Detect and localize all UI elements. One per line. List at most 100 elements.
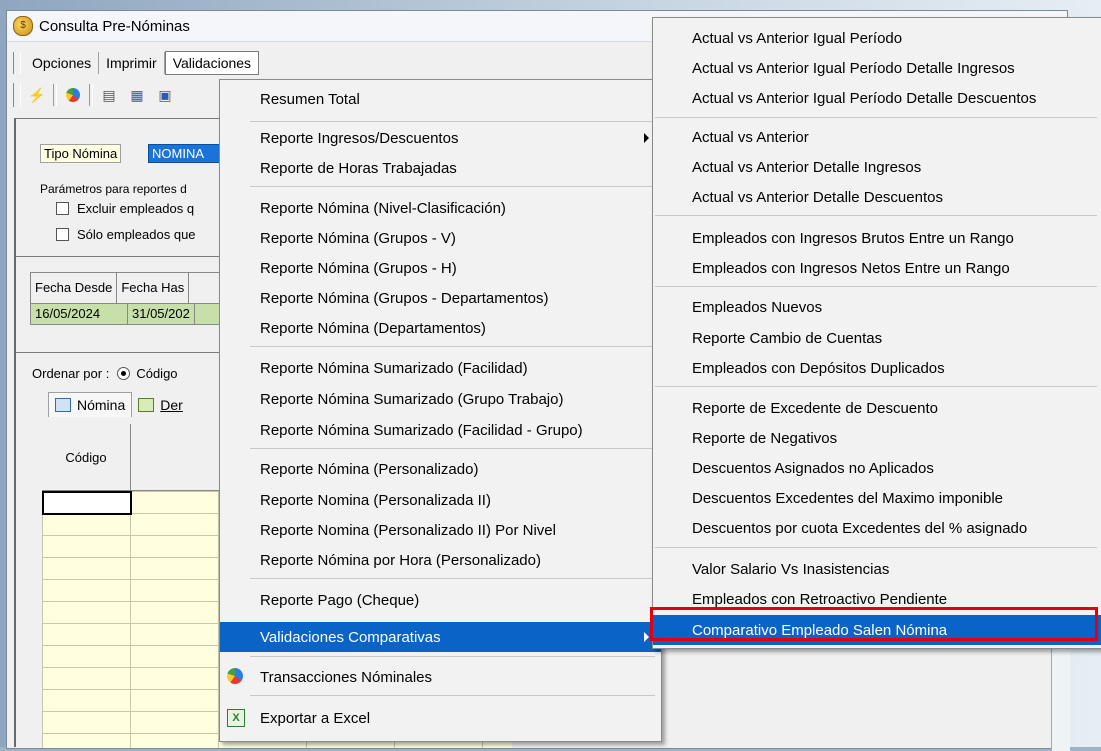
menu-item-transacciones-nominales[interactable]: Transacciones Nóminales (220, 662, 661, 692)
submenu-item[interactable]: Actual vs Anterior Detalle Ingresos (653, 152, 1101, 182)
submenu-item[interactable]: Actual vs Anterior Igual Período Detalle… (653, 53, 1101, 83)
menu-item-exportar-excel[interactable]: X Exportar a Excel (220, 703, 661, 733)
tipo-nomina-label: Tipo Nómina (40, 144, 122, 163)
params-group-label: Parámetros para reportes d (40, 182, 187, 196)
menu-separator (250, 695, 655, 696)
menu-separator (250, 186, 655, 187)
order-codigo-label: Código (136, 366, 178, 381)
menu-item-validaciones-comparativas[interactable]: Validaciones Comparativas (220, 622, 661, 652)
tab-label: Nómina (77, 397, 126, 413)
dates-table: Fecha Desde Fecha Has 16/05/2024 31/05/2… (30, 272, 230, 325)
menu-separator (655, 386, 1097, 387)
frame-border (16, 118, 226, 119)
form-icon[interactable]: ▣ (153, 83, 177, 107)
fecha-desde-value[interactable]: 16/05/2024 (31, 304, 128, 324)
menu-item-sumarizado-grupo[interactable]: Reporte Nómina Sumarizado (Grupo Trabajo… (220, 384, 661, 414)
app-money-bag-icon: $ (13, 16, 33, 36)
frame-border (16, 256, 226, 257)
tab-der[interactable]: Der (132, 392, 189, 417)
frame-border (14, 118, 16, 747)
menu-separator (250, 578, 655, 579)
menu-separator (655, 117, 1097, 118)
excel-icon: X (227, 709, 245, 727)
menubar-grip (13, 52, 21, 74)
submenu-item[interactable]: Empleados con Depósitos Duplicados (653, 353, 1101, 383)
order-codigo-radio[interactable] (117, 367, 131, 380)
menu-item-sumarizado-facilidad[interactable]: Reporte Nómina Sumarizado (Facilidad) (220, 353, 661, 383)
dates-row[interactable]: 16/05/2024 31/05/202 (30, 304, 230, 325)
submenu-arrow-icon (644, 632, 649, 642)
lightning-icon[interactable]: ⚡ (25, 83, 49, 107)
excluir-empleados-checkbox[interactable]: Excluir empleados q (56, 201, 194, 216)
checkbox-label: Sólo empleados que (77, 227, 196, 242)
menu-opciones[interactable]: Opciones (25, 52, 100, 74)
menu-validaciones[interactable]: Validaciones (164, 51, 260, 75)
submenu-item[interactable]: Descuentos por cuota Excedentes del % as… (653, 513, 1101, 543)
menu-item-grupos-v[interactable]: Reporte Nómina (Grupos - V) (220, 223, 661, 253)
frame-border (16, 352, 226, 353)
validaciones-dropdown: Resumen Total Reporte Ingresos/Descuento… (219, 79, 662, 742)
checkbox-label: Excluir empleados q (77, 201, 195, 216)
menu-item-resumen-total[interactable]: Resumen Total (220, 84, 661, 114)
menu-separator (655, 547, 1097, 548)
checkbox-box[interactable] (56, 202, 69, 215)
submenu-item[interactable]: Actual vs Anterior Detalle Descuentos (653, 182, 1101, 212)
printer-icon[interactable]: ▤ (97, 83, 121, 107)
submenu-item[interactable]: Descuentos Excedentes del Maximo imponib… (653, 483, 1101, 513)
menu-separator (250, 448, 655, 449)
fecha-hasta-header: Fecha Has (117, 273, 190, 303)
codigo-column-header[interactable]: Código (42, 424, 131, 490)
grid-selected-cell[interactable] (42, 491, 132, 515)
menu-item-grupos-h[interactable]: Reporte Nómina (Grupos - H) (220, 253, 661, 283)
calendar-icon[interactable]: ▦ (125, 83, 149, 107)
toolbar-grip (13, 83, 21, 107)
menu-item-sumarizado-facilidad-grupo[interactable]: Reporte Nómina Sumarizado (Facilidad - G… (220, 415, 661, 445)
submenu-item[interactable]: Reporte de Excedente de Descuento (653, 393, 1101, 423)
submenu-item[interactable]: Empleados con Ingresos Netos Entre un Ra… (653, 253, 1101, 283)
menu-item-por-hora[interactable]: Reporte Nómina por Hora (Personalizado) (220, 545, 661, 575)
tab-strip: Nómina Der (48, 392, 189, 417)
menu-separator (250, 346, 655, 347)
submenu-item[interactable]: Actual vs Anterior Igual Período Detalle… (653, 83, 1101, 113)
menu-separator (655, 286, 1097, 287)
tipo-nomina-select[interactable]: NOMINA (148, 144, 226, 163)
fecha-desde-header: Fecha Desde (31, 273, 118, 303)
solo-empleados-checkbox[interactable]: Sólo empleados que (56, 227, 196, 242)
submenu-item[interactable]: Descuentos Asignados no Aplicados (653, 453, 1101, 483)
menu-item-nivel-clasificacion[interactable]: Reporte Nómina (Nivel-Clasificación) (220, 193, 661, 223)
chart-pie-icon[interactable] (61, 83, 85, 107)
menu-separator (250, 656, 655, 657)
tab-nomina[interactable]: Nómina (48, 392, 133, 417)
annotation-highlight-box (650, 607, 1098, 641)
menu-item-departamentos[interactable]: Reporte Nómina (Departamentos) (220, 313, 661, 343)
menu-separator (250, 121, 655, 122)
submenu-arrow-icon (644, 133, 649, 143)
submenu-item[interactable]: Reporte Cambio de Cuentas (653, 323, 1101, 353)
params-panel: Tipo Nómina NOMINA Parámetros para repor… (22, 126, 226, 246)
menu-item-reporte-ingresos-descuentos[interactable]: Reporte Ingresos/Descuentos (220, 123, 661, 153)
validaciones-comparativas-submenu: Actual vs Anterior Igual Período Actual … (652, 17, 1101, 649)
window-title: Consulta Pre-Nóminas (39, 17, 190, 35)
tab-label: Der (160, 396, 183, 413)
menu-item-personalizada-ii[interactable]: Reporte Nomina (Personalizada II) (220, 485, 661, 515)
submenu-item[interactable]: Actual vs Anterior Igual Período (653, 23, 1101, 53)
menu-imprimir[interactable]: Imprimir (99, 52, 165, 74)
checkbox-box[interactable] (56, 228, 69, 241)
order-by: Ordenar por : Código (32, 366, 178, 381)
order-by-label: Ordenar por : (32, 366, 110, 381)
submenu-item[interactable]: Empleados con Ingresos Brutos Entre un R… (653, 223, 1101, 253)
menu-item-grupos-departamentos[interactable]: Reporte Nómina (Grupos - Departamentos) (220, 283, 661, 313)
menu-item-personalizado[interactable]: Reporte Nómina (Personalizado) (220, 454, 661, 484)
submenu-item[interactable]: Valor Salario Vs Inasistencias (653, 554, 1101, 584)
submenu-item[interactable]: Empleados Nuevos (653, 292, 1101, 322)
submenu-item[interactable]: Actual vs Anterior (653, 122, 1101, 152)
menu-item-personalizado-ii-nivel[interactable]: Reporte Nomina (Personalizado II) Por Ni… (220, 515, 661, 545)
menu-separator (655, 215, 1097, 216)
submenu-item[interactable]: Reporte de Negativos (653, 423, 1101, 453)
transfer-icon (138, 397, 155, 412)
menu-item-pago-cheque[interactable]: Reporte Pago (Cheque) (220, 585, 661, 615)
toolbar-separator (89, 84, 93, 106)
grid-icon (55, 398, 71, 412)
menu-item-reporte-horas[interactable]: Reporte de Horas Trabajadas (220, 153, 661, 183)
fecha-hasta-value[interactable]: 31/05/202 (128, 304, 195, 324)
